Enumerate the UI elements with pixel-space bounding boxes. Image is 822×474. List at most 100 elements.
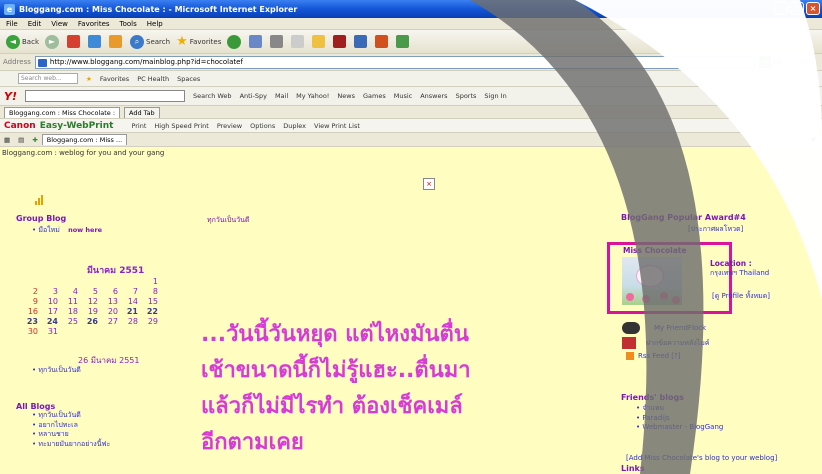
view-profile-link[interactable]: [ดู Profile ทั้งหมด] [712,291,770,302]
refresh-button[interactable] [88,35,103,48]
forward-button[interactable]: ► [45,34,61,49]
menu-favorites[interactable]: Favorites [78,20,110,28]
yahoo-search-web[interactable]: Search Web [193,92,232,100]
yahoo-sports[interactable]: Sports [456,92,477,100]
favorites-button[interactable]: ★ Favorites [176,34,221,49]
calendar-day[interactable]: 10 [42,297,58,306]
tab-dropdown-icon[interactable]: ▼ [811,136,816,144]
calendar-day[interactable]: 25 [62,317,78,326]
rss-link[interactable]: Rss Feed [?] [626,352,681,360]
calendar-day[interactable]: 28 [122,317,138,326]
extension-button[interactable] [396,35,411,48]
maximize-button[interactable]: □ [790,2,804,15]
back-button[interactable]: ◄ Back [6,34,39,49]
calendar-day[interactable]: 31 [42,327,58,336]
canon-duplex[interactable]: Duplex [283,122,306,130]
all-blogs-item[interactable]: ทะมายมันยากอย่างนี้ฟะ [32,440,110,450]
canon-options[interactable]: Options [250,122,275,130]
calendar-day[interactable]: 27 [102,317,118,326]
canon-print[interactable]: Print [131,122,146,130]
yahoo-sign-in[interactable]: Sign In [484,92,506,100]
calendar-day[interactable]: 8 [142,287,158,296]
friend-blog-item[interactable]: Webmaster - BlogGang [636,423,723,433]
tab-list-icon[interactable]: ▦ [4,136,10,144]
calendar-day[interactable]: 29 [142,317,158,326]
calendar-day[interactable]: 3 [42,287,58,296]
edit-button[interactable] [291,35,306,48]
close-button[interactable]: × [806,2,820,15]
live-spaces[interactable]: Spaces [177,75,200,83]
live-search-input[interactable]: Search web... [18,73,78,84]
canon-high-speed-print[interactable]: High Speed Print [154,122,208,130]
calendar-day[interactable]: 1 [142,277,158,286]
friend-blog-item[interactable]: จำแหม [636,404,723,414]
go-button[interactable]: ➜ Go [758,56,783,68]
calendar-day[interactable]: 23 [22,317,38,326]
group-blog-link[interactable]: • มือใหม่ [32,226,60,234]
canon-preview[interactable]: Preview [217,122,242,130]
yahoo-news[interactable]: News [337,92,355,100]
live-favorites[interactable]: Favorites [100,75,129,83]
calendar-day[interactable]: 12 [82,297,98,306]
menu-view[interactable]: View [51,20,68,28]
search-button[interactable]: ⌕ Search [130,34,170,49]
minimize-button[interactable]: _ [774,2,788,15]
menu-file[interactable]: File [6,20,18,28]
calendar-day[interactable]: 21 [122,307,138,316]
add-tab-button[interactable]: Add Tab [124,106,160,118]
all-blogs-item[interactable]: ทุกวันเป็นวันดี [32,411,110,421]
calendar-day[interactable]: 24 [42,317,58,326]
vote-results-link[interactable]: [ประกาศผลโหวต] [688,224,743,235]
message-link[interactable]: ฝากข้อความหลังไมค์ [622,337,710,349]
new-tab-icon[interactable]: ✚ [32,136,37,144]
calendar-entry-link[interactable]: • ทุกวันเป็นวันดี [32,365,81,376]
all-blogs-item[interactable]: อยากไปทะเล [32,421,110,431]
calendar-day[interactable]: 2 [22,287,38,296]
menu-tools[interactable]: Tools [120,20,137,28]
calendar-day[interactable]: 19 [82,307,98,316]
address-input[interactable]: http://www.bloggang.com/mainblog.php?id=… [34,55,755,69]
calendar-day[interactable]: 4 [62,287,78,296]
calendar-day[interactable]: 7 [122,287,138,296]
yahoo-mail[interactable]: Mail [275,92,288,100]
links-label[interactable]: Links [793,58,811,66]
all-blogs-item[interactable]: หลานชาย [32,430,110,440]
home-button[interactable] [109,35,124,48]
menu-help[interactable]: Help [147,20,163,28]
friend-blog-item[interactable]: Paradijs [636,414,723,424]
entry-category-title[interactable]: ทุกวันเป็นวันดี [207,215,249,226]
calendar-day[interactable]: 30 [22,327,38,336]
yahoo-games[interactable]: Games [363,92,386,100]
calendar-day[interactable]: 15 [142,297,158,306]
canon-view-print-list[interactable]: View Print List [314,122,360,130]
calendar-day[interactable]: 18 [62,307,78,316]
yahoo-logo[interactable]: Y! [4,90,17,103]
live-pc-health[interactable]: PC Health [137,75,169,83]
toolbox-button[interactable] [375,35,390,48]
tab-quick-icon[interactable]: ▤ [18,136,24,144]
calendar-day[interactable]: 14 [122,297,138,306]
calendar-day[interactable]: 22 [142,307,158,316]
folder-button[interactable] [312,35,327,48]
calendar-day[interactable]: 17 [42,307,58,316]
tab-bloggang[interactable]: Bloggang.com : Miss Chocolate : [4,106,121,118]
mail-button[interactable] [249,35,264,48]
calendar-day[interactable]: 20 [102,307,118,316]
calendar-day[interactable]: 13 [102,297,118,306]
yahoo-anti-spy[interactable]: Anti-Spy [240,92,267,100]
yahoo-answers[interactable]: Answers [420,92,447,100]
yahoo-my-yahoo[interactable]: My Yahoo! [296,92,329,100]
calendar-day[interactable]: 5 [82,287,98,296]
friendflock-link[interactable]: My FriendFlock [622,322,706,334]
calendar-day[interactable]: 26 [82,317,98,326]
menu-edit[interactable]: Edit [28,20,42,28]
messenger-button[interactable] [333,35,348,48]
yahoo-search-input[interactable] [24,90,185,102]
print-button[interactable] [270,35,285,48]
calendar-day[interactable]: 6 [102,287,118,296]
tab-bloggang-active[interactable]: Bloggang.com : Miss ... [41,134,128,145]
add-blog-link[interactable]: [Add Miss Chocolate's blog to your weblo… [626,454,777,462]
calendar-day[interactable]: 11 [62,297,78,306]
yahoo-music[interactable]: Music [394,92,413,100]
research-button[interactable] [354,35,369,48]
